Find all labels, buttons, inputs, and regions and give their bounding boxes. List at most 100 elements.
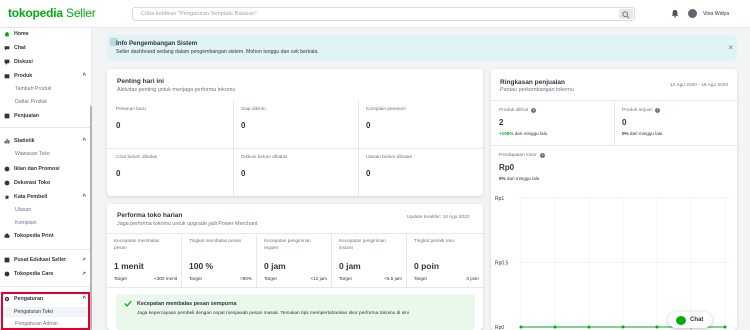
- sidebar-item-statistik[interactable]: Statistik ^: [4, 136, 90, 146]
- divider: [107, 148, 483, 149]
- sales-line-chart: Rp1 Rp0.5 Rp0: [495, 196, 729, 330]
- ringkasan-title: Ringkasan penjualan: [500, 79, 566, 86]
- data-point: [519, 325, 523, 329]
- highlight-box: [1, 292, 90, 330]
- tokopedia-seller-logo[interactable]: tokopedia Seller: [8, 6, 96, 20]
- sidebar-item-diskusi[interactable]: Diskusi: [4, 57, 33, 67]
- highlight-text[interactable]: Jaga kepercayaan pembeli dengan cepat me…: [137, 311, 409, 316]
- data-point: [587, 325, 591, 329]
- ads-icon: [4, 166, 10, 172]
- ringkasan-subtitle: Pantau perkembangan tokomu: [500, 87, 574, 93]
- product-icon: [4, 73, 10, 79]
- print-icon: [4, 233, 10, 239]
- search-placeholder: Coba ketikkan "Pengaturan Template Balas…: [141, 11, 257, 17]
- highlight-title: Kecepatan membalas pesan sempurna: [137, 301, 237, 307]
- sidebar-item-penjualan[interactable]: Penjualan: [4, 111, 39, 121]
- statistic-icon: [4, 138, 10, 144]
- sidebar-item-dekorasi-toko[interactable]: Dekorasi Toko: [4, 178, 50, 188]
- user-name[interactable]: Vina Widya: [703, 11, 729, 17]
- chat-button[interactable]: Chat: [668, 312, 712, 328]
- info-banner: Info Pengembangan Sistem Seller dashboar…: [107, 35, 737, 61]
- info-icon[interactable]: i: [531, 108, 537, 113]
- sidebar-item-kata-pembeli[interactable]: Kata Pembeli ^: [4, 192, 90, 202]
- perf-penalti-toko[interactable]: Tingkat penalti toko 0 poin Target 0 poin: [414, 238, 483, 286]
- stat-komplain-pesanan[interactable]: Komplain pesanan 0: [366, 107, 406, 130]
- search-input[interactable]: Coba ketikkan "Pengaturan Template Balas…: [132, 7, 635, 21]
- sidebar-item-produk[interactable]: Produk ^: [4, 71, 90, 81]
- perf-pengiriman-instant[interactable]: Kecepatan pengiriman instant 0 jam Targe…: [339, 238, 406, 286]
- chevron-up-icon: ^: [82, 194, 86, 200]
- sidebar-scrollbar[interactable]: [90, 106, 92, 330]
- close-icon[interactable]: ×: [728, 43, 733, 52]
- divider: [181, 233, 182, 287]
- penting-subtitle: Aktivitas penting untuk menjaga performa…: [117, 87, 236, 93]
- data-point: [553, 325, 557, 329]
- sidebar-divider: [0, 127, 90, 128]
- y-tick-label: Rp0: [495, 325, 504, 330]
- sidebar-item-tokopedia-print[interactable]: Tokopedia Print: [4, 231, 54, 241]
- stat-ulasan-belum-dibalas[interactable]: Ulasan belum dibalas 0: [366, 155, 412, 178]
- data-point: [621, 325, 625, 329]
- external-link-icon: ↗: [81, 271, 86, 277]
- sidebar-item-chat[interactable]: Chat: [4, 43, 26, 53]
- info-icon[interactable]: i: [539, 153, 545, 158]
- search-icon: [622, 10, 630, 19]
- discussion-icon: [4, 59, 10, 65]
- data-point: [655, 325, 659, 329]
- stat-diskusi-belum-dibalas[interactable]: Diskusi belum dibalas 0: [241, 155, 287, 178]
- date-range[interactable]: 12 Agu 2020 - 18 Agu 2020: [670, 83, 728, 88]
- divider: [358, 100, 359, 196]
- sidebar-item-iklan-promosi[interactable]: Iklan dan Promosi: [4, 164, 60, 174]
- education-icon: [4, 257, 10, 263]
- stat-siap-dikirim[interactable]: Siap dikirim 0: [241, 107, 266, 130]
- sidebar-sub-ulasan[interactable]: Ulasan: [15, 207, 31, 213]
- home-icon: [4, 31, 10, 37]
- stat-pesanan-baru[interactable]: Pesanan baru 0: [116, 107, 146, 130]
- sidebar-divider: [0, 249, 90, 250]
- sidebar-sub-wawasan-toko[interactable]: Wawasan Toko: [15, 151, 50, 157]
- stat-chat-belum-dibalas[interactable]: Chat belum dibalas 0: [116, 155, 157, 178]
- sidebar-item-home[interactable]: Home: [4, 29, 29, 39]
- info-message: Seller dashboard sedang dalam pengembang…: [116, 49, 319, 55]
- external-link-icon: ↗: [81, 257, 86, 263]
- perf-tingkat-membalas[interactable]: Tingkat membalas pesan 100 % Target >80%: [189, 238, 256, 286]
- info-title: Info Pengembangan Sistem: [116, 40, 198, 47]
- notification-bell-icon[interactable]: [671, 9, 679, 18]
- perf-kecepatan-membalas[interactable]: Kecepatan membalas pesan 1 menit Target <…: [114, 238, 181, 286]
- divider: [331, 233, 332, 287]
- sidebar-sub-tambah-produk[interactable]: Tambah Produk: [15, 86, 51, 92]
- penting-title: Penting hari ini: [117, 78, 164, 85]
- divider: [614, 100, 615, 145]
- info-icon[interactable]: i: [654, 108, 660, 113]
- sidebar-item-pusat-edukasi[interactable]: Pusat Edukasi Seller ↗: [4, 255, 90, 265]
- sidebar-divider: [0, 286, 90, 287]
- divider: [107, 233, 483, 234]
- divider: [406, 233, 407, 287]
- performa-updated: Update terakhir: 18 Agu 2020: [407, 215, 470, 220]
- care-icon: [4, 271, 10, 277]
- y-tick-label: Rp1: [495, 196, 504, 202]
- avatar[interactable]: [688, 9, 697, 18]
- top-bar: tokopedia Seller Coba ketikkan "Pengatur…: [0, 0, 750, 28]
- perf-pengiriman-reguler[interactable]: Kecepatan pengiriman reguler 0 jam Targe…: [264, 238, 331, 286]
- chevron-up-icon: ^: [82, 73, 86, 79]
- chat-icon: [4, 45, 10, 51]
- divider: [491, 145, 737, 146]
- decoration-icon: [4, 180, 10, 186]
- stat-produk-terjual[interactable]: Produk terjual i 0 0% dari minggu lalu: [622, 108, 662, 136]
- review-icon: [4, 194, 10, 200]
- divider: [107, 287, 483, 288]
- sidebar-sub-komplain[interactable]: Komplain: [15, 220, 37, 226]
- performance-highlight: Kecepatan membalas pesan sempurna Jaga k…: [116, 294, 475, 330]
- performa-title: Performa toko harian: [117, 212, 183, 219]
- search-button[interactable]: [619, 9, 633, 19]
- check-icon: [124, 300, 132, 307]
- stat-pendapatan-kotor[interactable]: Pendapatan kotor i Rp0 0% dari minggu lal…: [499, 153, 545, 181]
- data-point: [723, 325, 727, 329]
- sidebar-item-tokopedia-care[interactable]: Tokopedia Care ↗: [4, 269, 90, 279]
- sidebar: Home Chat Diskusi Produk ^ Tambah Produk …: [0, 28, 92, 330]
- performa-subtitle: Jaga performa tokomu untuk upgrade jadi …: [117, 221, 258, 227]
- stat-produk-dilihat[interactable]: Produk dilihat i 2 +100% dari minggu lalu: [499, 108, 547, 136]
- sidebar-sub-daftar-produk[interactable]: Daftar Produk: [15, 99, 47, 105]
- chat-icon: [676, 315, 686, 325]
